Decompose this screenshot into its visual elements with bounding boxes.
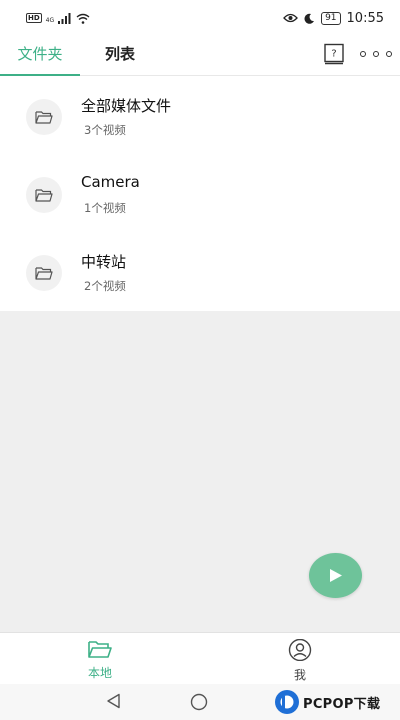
help-mark: ? [331, 49, 336, 60]
clock: 10:55 [346, 10, 384, 26]
network-type: 4G [45, 17, 55, 24]
folder-icon-wrap [26, 255, 62, 291]
folder-name: 全部媒体文件 [81, 97, 172, 115]
nav-item-me[interactable]: 我 [260, 638, 340, 683]
wifi-icon [76, 13, 90, 24]
battery-indicator: 91 [321, 11, 341, 25]
home-circle-icon [190, 693, 208, 711]
watermark-text: PCPOP下载 [303, 696, 381, 712]
folder-list: 全部媒体文件 3个视频 Camera 1个视频 中转站 2个视频 [0, 77, 400, 311]
nav-item-local[interactable]: 本地 [60, 639, 140, 681]
status-bar: HD 4G 91 10:55 [0, 0, 400, 36]
folder-icon-wrap [26, 177, 62, 213]
nav-label-local: 本地 [87, 666, 112, 680]
folder-icon [35, 189, 53, 202]
top-tab-bar: 文件夹 列表 ? [0, 36, 400, 76]
help-book-icon: ? [324, 43, 344, 65]
folder-icon-wrap [26, 99, 62, 135]
play-icon [329, 569, 342, 582]
user-icon [288, 638, 312, 662]
folder-name: 中转站 [81, 253, 127, 271]
nav-label-me: 我 [293, 668, 306, 682]
more-options-button[interactable] [360, 46, 392, 62]
more-dot-icon [360, 51, 366, 57]
more-dot-icon [373, 51, 379, 57]
signal-icon [58, 12, 71, 24]
bottom-navigation: 本地 我 [0, 632, 400, 684]
folder-item-transfer-station[interactable]: 中转站 2个视频 [0, 233, 400, 311]
moon-icon [304, 13, 315, 24]
tab-folder[interactable]: 文件夹 [0, 36, 80, 76]
status-left: HD 4G [26, 12, 90, 24]
folder-item-all-media[interactable]: 全部媒体文件 3个视频 [0, 77, 400, 155]
back-triangle-icon [107, 693, 120, 709]
system-back-button[interactable] [106, 693, 122, 713]
folder-open-icon [88, 641, 112, 658]
tab-list[interactable]: 列表 [82, 36, 158, 76]
system-home-button[interactable] [190, 693, 208, 715]
hd-badge: HD [26, 13, 42, 23]
folder-video-count: 3个视频 [84, 123, 126, 137]
help-button[interactable]: ? [323, 43, 345, 65]
folder-item-camera[interactable]: Camera 1个视频 [0, 155, 400, 233]
folder-name: Camera [81, 173, 140, 191]
folder-icon [35, 267, 53, 280]
more-dot-icon [386, 51, 392, 57]
eye-icon [283, 13, 298, 23]
play-button[interactable] [309, 553, 362, 598]
watermark: PCPOP下载 [274, 684, 400, 720]
watermark-logo-icon [275, 690, 299, 714]
status-right: 91 10:55 [283, 11, 384, 26]
folder-icon [35, 111, 53, 124]
folder-video-count: 1个视频 [84, 201, 126, 215]
folder-video-count: 2个视频 [84, 279, 126, 293]
